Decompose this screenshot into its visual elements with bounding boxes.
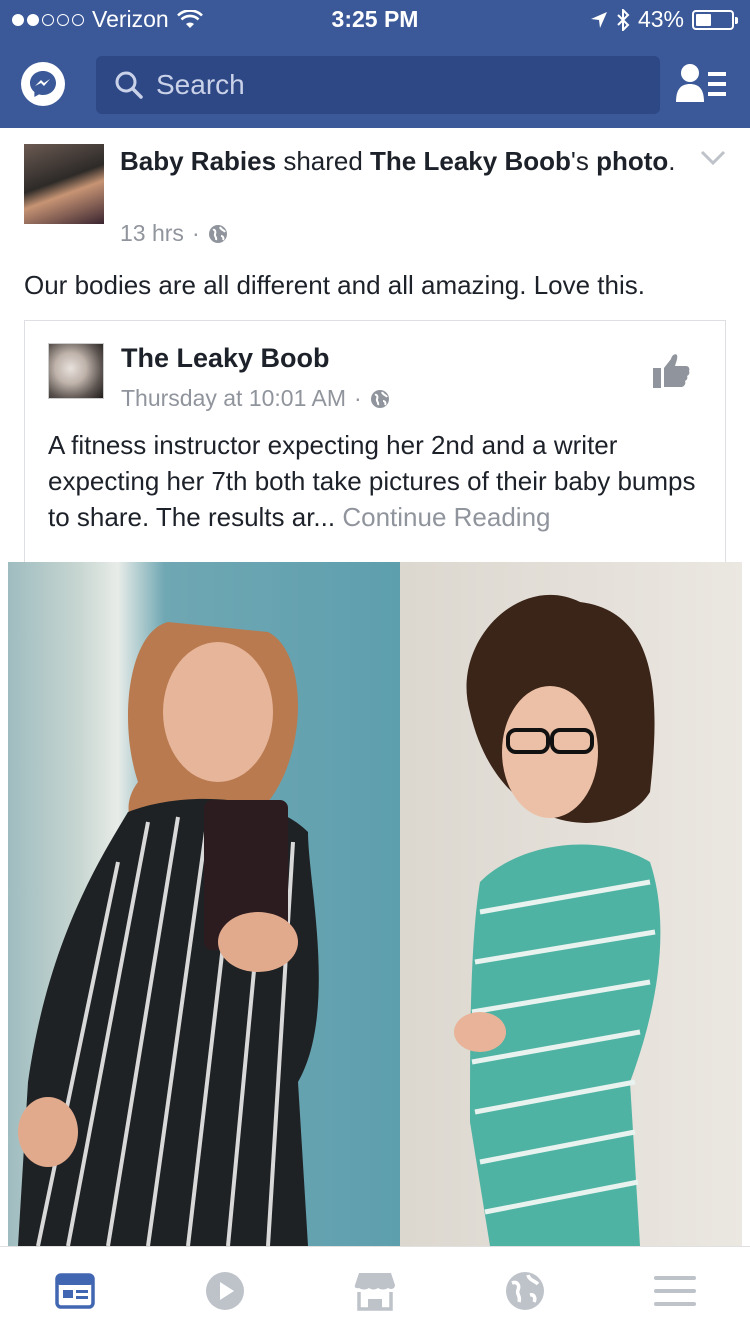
tab-menu[interactable] xyxy=(630,1261,720,1321)
post-options-chevron-icon[interactable] xyxy=(700,150,726,166)
public-globe-icon xyxy=(208,224,227,243)
tab-news-feed[interactable] xyxy=(30,1261,120,1321)
bluetooth-icon xyxy=(617,8,630,31)
menu-icon xyxy=(654,1275,696,1306)
post-meta: 13 hrs · xyxy=(120,220,228,247)
public-globe-icon xyxy=(370,389,389,408)
search-input[interactable]: Search xyxy=(96,56,660,114)
author-avatar[interactable] xyxy=(24,144,104,224)
battery-icon xyxy=(692,9,738,30)
like-page-thumbs-up-icon[interactable] xyxy=(651,351,691,391)
post-timestamp[interactable]: 13 hrs xyxy=(120,220,184,247)
feed-post: Baby Rabies shared The Leaky Boob's phot… xyxy=(0,128,750,1246)
shared-post-meta: Thursday at 10:01 AM · xyxy=(121,385,390,412)
tab-marketplace[interactable] xyxy=(330,1261,420,1321)
shared-post-card[interactable]: The Leaky Boob Thursday at 10:01 AM · A … xyxy=(24,320,726,562)
shared-page-avatar[interactable] xyxy=(48,343,104,399)
friend-requests-icon[interactable] xyxy=(676,62,728,106)
status-right: 43% xyxy=(590,6,738,33)
battery-percent: 43% xyxy=(637,6,684,32)
location-arrow-icon xyxy=(590,11,607,28)
marketplace-icon xyxy=(354,1272,395,1311)
post-verb: shared xyxy=(283,146,363,176)
meta-separator: · xyxy=(354,385,362,411)
notifications-globe-icon xyxy=(506,1271,544,1310)
possessive: 's xyxy=(570,146,589,176)
shared-post-timestamp[interactable]: Thursday at 10:01 AM xyxy=(121,385,346,412)
search-icon xyxy=(115,71,143,99)
continue-reading-link[interactable]: Continue Reading xyxy=(342,502,550,532)
shared-page-name[interactable]: The Leaky Boob xyxy=(121,343,330,374)
period: . xyxy=(668,146,676,176)
source-page-link[interactable]: The Leaky Boob xyxy=(370,146,571,176)
video-icon xyxy=(206,1271,244,1310)
photo-left-scene xyxy=(18,622,319,1246)
messenger-button[interactable] xyxy=(21,62,65,106)
tab-video[interactable] xyxy=(180,1261,270,1321)
photo-right-scene xyxy=(454,594,661,1246)
photo-link[interactable]: photo xyxy=(596,146,668,176)
search-placeholder: Search xyxy=(156,69,245,100)
photo-left-half xyxy=(8,562,400,1246)
app-header: Verizon 3:25 PM 43% Search xyxy=(0,0,750,128)
news-feed-icon xyxy=(55,1272,95,1309)
meta-separator: · xyxy=(191,220,200,246)
messenger-icon xyxy=(30,71,56,97)
bottom-tab-bar xyxy=(0,1246,750,1334)
post-text: Our bodies are all different and all ama… xyxy=(24,270,645,300)
top-nav: Search xyxy=(0,40,750,128)
shared-post-text: A fitness instructor expecting her 2nd a… xyxy=(48,427,708,535)
photo-right-half xyxy=(400,562,742,1246)
post-header: Baby Rabies shared The Leaky Boob's phot… xyxy=(120,144,680,178)
author-name[interactable]: Baby Rabies xyxy=(120,146,276,176)
shared-photo[interactable] xyxy=(8,562,742,1246)
tab-notifications[interactable] xyxy=(480,1261,570,1321)
status-bar: Verizon 3:25 PM 43% xyxy=(0,0,750,40)
